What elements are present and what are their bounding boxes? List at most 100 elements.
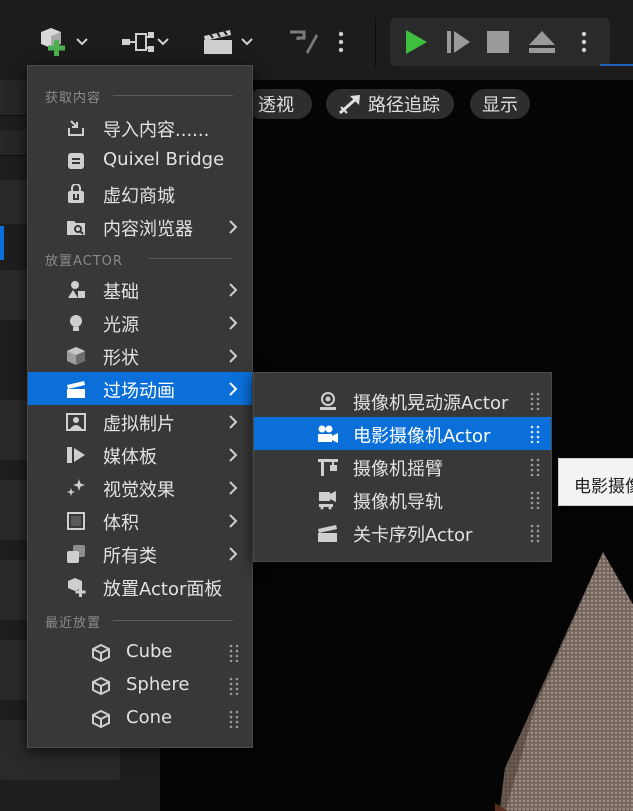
visual-effects-icon <box>67 479 85 496</box>
import-icon <box>68 120 84 136</box>
section-header-get-content: 获取内容 <box>28 85 252 106</box>
section-divider <box>113 620 233 621</box>
submenu-item-cine-camera-actor[interactable]: 电影摄像机Actor <box>254 417 551 450</box>
submenu-item-level-sequence-actor[interactable]: 关卡序列Actor <box>254 516 551 549</box>
chevron-right-icon <box>229 382 238 396</box>
menu-item-label: Quixel Bridge <box>103 149 225 170</box>
drag-handle-icon[interactable] <box>530 392 540 410</box>
menu-item-all-classes[interactable]: 所有类 <box>28 537 252 570</box>
menu-item-marketplace[interactable]: 虚幻商城 <box>28 177 252 210</box>
menu-item-label: Cube <box>126 641 173 662</box>
chevron-right-icon <box>229 220 238 234</box>
cine-camera-icon <box>318 425 338 443</box>
tooltip: 电影摄像机Actor <box>558 458 633 506</box>
menu-item-label: 体积 <box>103 513 139 534</box>
toolbar-divider <box>375 18 376 68</box>
menu-item-import-content[interactable]: 导入内容...... <box>28 111 252 144</box>
menu-item-media-plate[interactable]: 媒体板 <box>28 438 252 471</box>
cube-icon <box>67 347 85 365</box>
perspective-button[interactable]: 透视 <box>246 89 312 119</box>
eject-icon <box>529 31 555 53</box>
play-icon <box>406 30 427 54</box>
menu-item-visual-effects[interactable]: 视觉效果 <box>28 471 252 504</box>
menu-item-quixel-bridge[interactable]: Quixel Bridge <box>28 144 252 177</box>
menu-item-cinematics[interactable]: 过场动画 <box>28 372 252 405</box>
menu-item-shapes[interactable]: 形状 <box>28 339 252 372</box>
drag-handle-icon[interactable] <box>530 491 540 509</box>
menu-item-label: Sphere <box>126 674 190 695</box>
place-actors-panel-icon <box>68 578 86 597</box>
drag-handle-icon[interactable] <box>530 524 540 542</box>
play-options-button[interactable] <box>576 24 592 60</box>
path-tracing-label: 路径追踪 <box>368 95 440 116</box>
menu-item-virtual-production[interactable]: 虚拟制片 <box>28 405 252 438</box>
chevron-right-icon <box>229 448 238 462</box>
menu-item-volumes[interactable]: 体积 <box>28 504 252 537</box>
drag-handle-icon[interactable] <box>229 710 239 728</box>
camera-crane-icon <box>318 459 338 476</box>
cone-mesh <box>495 552 633 811</box>
drag-handle-icon[interactable] <box>229 644 239 662</box>
volume-icon <box>67 512 85 530</box>
drag-handle-icon[interactable] <box>530 425 540 443</box>
perspective-label: 透视 <box>258 95 294 116</box>
cinematics-button[interactable] <box>200 22 260 62</box>
menu-item-content-browser[interactable]: 内容浏览器 <box>28 210 252 243</box>
drag-handle-icon[interactable] <box>229 677 239 695</box>
submenu-item-camera-shake-source[interactable]: 摄像机晃动源Actor <box>254 384 551 417</box>
focus-indicator <box>600 64 633 66</box>
recent-item-cone[interactable]: Cone <box>28 702 252 735</box>
drag-handle-icon[interactable] <box>530 458 540 476</box>
paintbrush-icon <box>290 30 318 54</box>
recent-item-cube[interactable]: Cube <box>28 636 252 669</box>
menu-item-lights[interactable]: 光源 <box>28 306 252 339</box>
eject-button[interactable] <box>526 24 558 60</box>
path-tracing-button[interactable]: 路径追踪 <box>326 89 454 119</box>
step-forward-icon <box>447 31 470 53</box>
chevron-right-icon <box>229 415 238 429</box>
menu-item-basic[interactable]: 基础 <box>28 273 252 306</box>
chevron-right-icon <box>229 514 238 528</box>
more-options-icon <box>581 31 587 53</box>
show-button[interactable]: 显示 <box>470 89 530 119</box>
submenu-item-label: 摄像机摇臂 <box>353 459 443 480</box>
menu-item-label: 内容浏览器 <box>103 219 193 240</box>
stop-button[interactable] <box>482 24 514 60</box>
menu-item-label: 放置Actor面板 <box>103 579 223 600</box>
more-options-icon <box>338 31 344 53</box>
cube-outline-icon <box>92 709 110 729</box>
menu-item-label: 虚幻商城 <box>103 186 175 207</box>
submenu-item-camera-crane[interactable]: 摄像机摇臂 <box>254 450 551 483</box>
level-sequence-icon <box>318 525 337 542</box>
toolbar-more-button[interactable] <box>330 22 352 62</box>
clapperboard-icon <box>67 381 85 398</box>
chevron-right-icon <box>229 316 238 330</box>
light-bulb-icon <box>70 315 82 331</box>
menu-item-label: 基础 <box>103 282 139 303</box>
section-divider <box>149 258 233 259</box>
play-controls <box>390 18 610 66</box>
add-actor-icon <box>41 28 88 56</box>
recent-item-sphere[interactable]: Sphere <box>28 669 252 702</box>
cube-outline-icon <box>92 676 110 696</box>
play-button[interactable] <box>400 24 432 60</box>
submenu-item-camera-rig-rail[interactable]: 摄像机导轨 <box>254 483 551 516</box>
modes-button[interactable] <box>283 22 323 62</box>
basic-shapes-icon <box>68 281 85 298</box>
all-classes-icon <box>67 545 85 563</box>
blueprint-button[interactable] <box>118 22 174 62</box>
show-label: 显示 <box>482 95 518 116</box>
menu-item-place-actors-panel[interactable]: 放置Actor面板 <box>28 570 252 603</box>
menu-item-label: 光源 <box>103 315 139 336</box>
path-tracing-icon <box>339 95 360 115</box>
selection-indicator <box>0 226 4 260</box>
add-content-button[interactable] <box>34 22 94 62</box>
advance-frame-button[interactable] <box>442 24 474 60</box>
camera-rig-rail-icon <box>319 491 336 510</box>
cinematics-submenu: 摄像机晃动源Actor 电影摄像机Actor 摄像机摇臂 摄像机导轨 关卡序列A… <box>253 372 552 562</box>
submenu-item-label: 关卡序列Actor <box>353 525 473 546</box>
section-divider <box>113 95 233 96</box>
chevron-right-icon <box>229 547 238 561</box>
section-header-recently-placed: 最近放置 <box>28 610 252 631</box>
media-plate-icon <box>67 447 85 463</box>
